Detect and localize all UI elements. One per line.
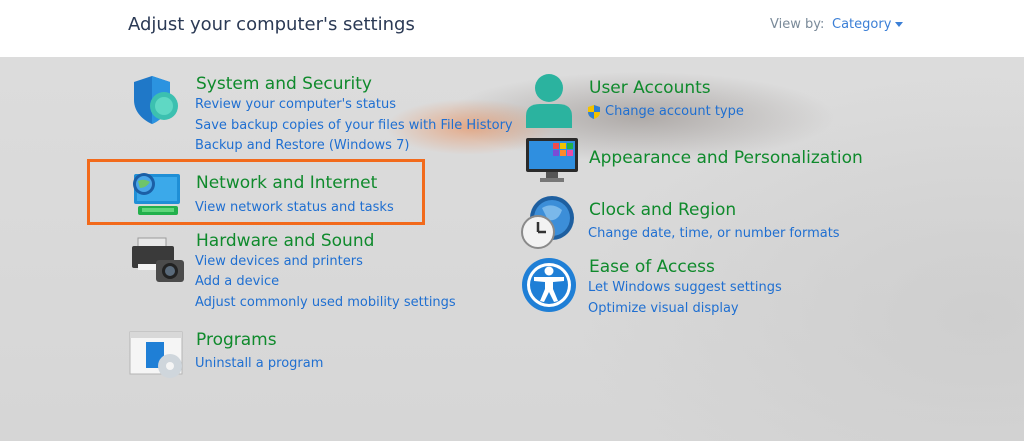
category-title-user-accounts[interactable]: User Accounts — [589, 78, 711, 98]
link-change-date-time[interactable]: Change date, time, or number formats — [588, 226, 840, 241]
view-by-label: View by: — [770, 17, 825, 32]
programs-icon — [129, 331, 183, 378]
category-title-system-security[interactable]: System and Security — [196, 74, 372, 94]
link-backup-restore[interactable]: Backup and Restore (Windows 7) — [195, 138, 409, 153]
category-title-network-internet[interactable]: Network and Internet — [196, 173, 377, 193]
page-title: Adjust your computer's settings — [128, 14, 415, 35]
user-icon — [526, 74, 572, 128]
link-uninstall-program[interactable]: Uninstall a program — [195, 356, 323, 371]
accessibility-icon — [522, 258, 576, 312]
link-windows-suggest[interactable]: Let Windows suggest settings — [588, 280, 782, 295]
category-title-programs[interactable]: Programs — [196, 330, 277, 350]
category-title-hardware-sound[interactable]: Hardware and Sound — [196, 231, 374, 251]
printer-icon — [132, 237, 184, 282]
link-optimize-display[interactable]: Optimize visual display — [588, 301, 739, 316]
view-by-value: Category — [832, 17, 892, 32]
link-mobility-settings[interactable]: Adjust commonly used mobility settings — [195, 295, 456, 310]
caret-down-icon — [895, 22, 904, 27]
category-title-clock-region[interactable]: Clock and Region — [589, 200, 736, 220]
link-devices-printers[interactable]: View devices and printers — [195, 254, 363, 269]
network-globe-icon — [133, 173, 180, 215]
link-change-account-type[interactable]: Change account type — [605, 104, 744, 119]
link-add-device[interactable]: Add a device — [195, 274, 279, 289]
clock-globe-icon — [521, 196, 574, 249]
link-network-status[interactable]: View network status and tasks — [195, 200, 394, 215]
link-review-status[interactable]: Review your computer's status — [195, 97, 396, 112]
category-title-ease-of-access[interactable]: Ease of Access — [589, 257, 715, 277]
category-title-appearance[interactable]: Appearance and Personalization — [589, 148, 863, 168]
monitor-icon — [526, 138, 578, 182]
uac-shield-icon — [588, 105, 600, 119]
link-file-history[interactable]: Save backup copies of your files with Fi… — [195, 118, 513, 133]
header-bar: Adjust your computer's settings View by:… — [0, 0, 1024, 57]
shield-icon — [134, 76, 178, 124]
view-by-dropdown[interactable]: Category — [832, 17, 904, 32]
